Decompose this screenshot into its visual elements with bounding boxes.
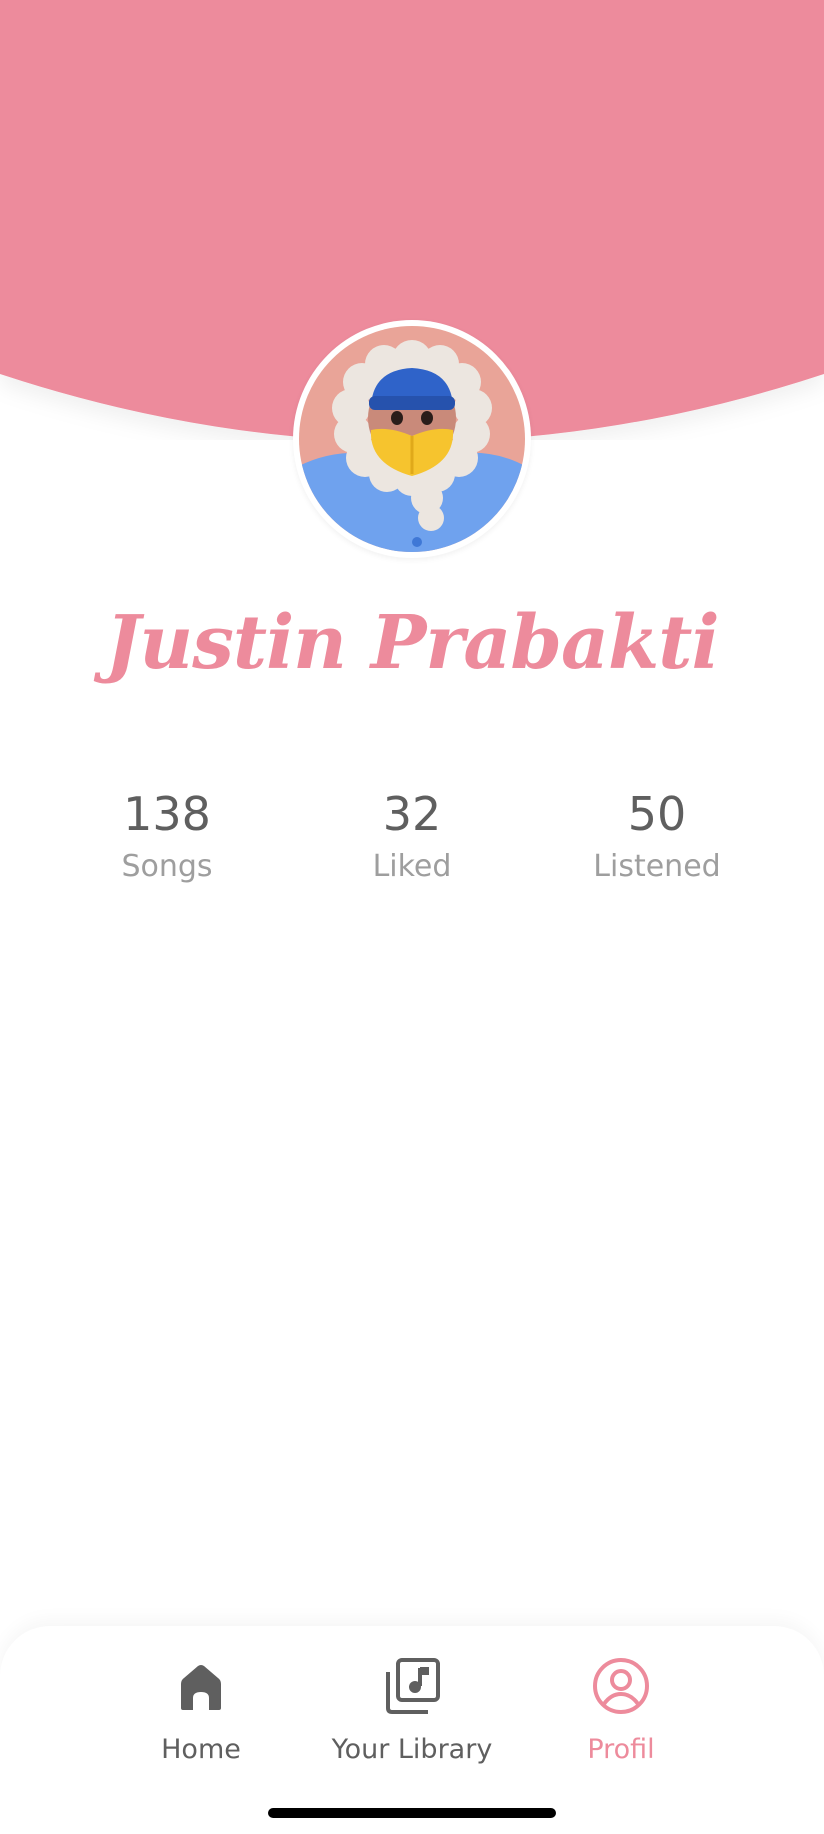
nav-profile[interactable]: Profil — [511, 1656, 731, 1776]
nav-profile-label: Profil — [587, 1734, 655, 1765]
stat-songs-value: 138 — [123, 787, 211, 841]
stat-songs[interactable]: 138 Songs — [57, 785, 277, 884]
stat-liked-label: Liked — [372, 849, 452, 884]
stat-listened[interactable]: 50 Listened — [547, 785, 767, 884]
stat-listened-value: 50 — [627, 787, 687, 841]
avatar[interactable] — [293, 320, 531, 558]
profile-screen: Justin Prabakti 138 Songs 32 Liked 50 Li… — [0, 0, 824, 1834]
nav-library[interactable]: Your Library — [302, 1656, 522, 1776]
nav-library-label: Your Library — [331, 1734, 493, 1765]
stats-row: 138 Songs 32 Liked 50 Listened — [0, 785, 824, 905]
profile-icon — [593, 1658, 649, 1714]
person-in-winter-hood-avatar — [299, 326, 525, 552]
stat-liked[interactable]: 32 Liked — [302, 785, 522, 884]
stat-songs-label: Songs — [121, 849, 213, 884]
nav-home-label: Home — [161, 1734, 241, 1765]
bottom-navigation: Home Your Library Profil — [0, 1626, 824, 1834]
home-indicator[interactable] — [268, 1808, 556, 1818]
avatar-image — [299, 326, 525, 552]
nav-home[interactable]: Home — [91, 1656, 311, 1776]
home-icon — [181, 1665, 221, 1710]
stat-liked-value: 32 — [382, 787, 442, 841]
stat-listened-label: Listened — [593, 849, 721, 884]
profile-name: Justin Prabakti — [105, 600, 719, 686]
music-library-icon — [386, 1658, 440, 1714]
